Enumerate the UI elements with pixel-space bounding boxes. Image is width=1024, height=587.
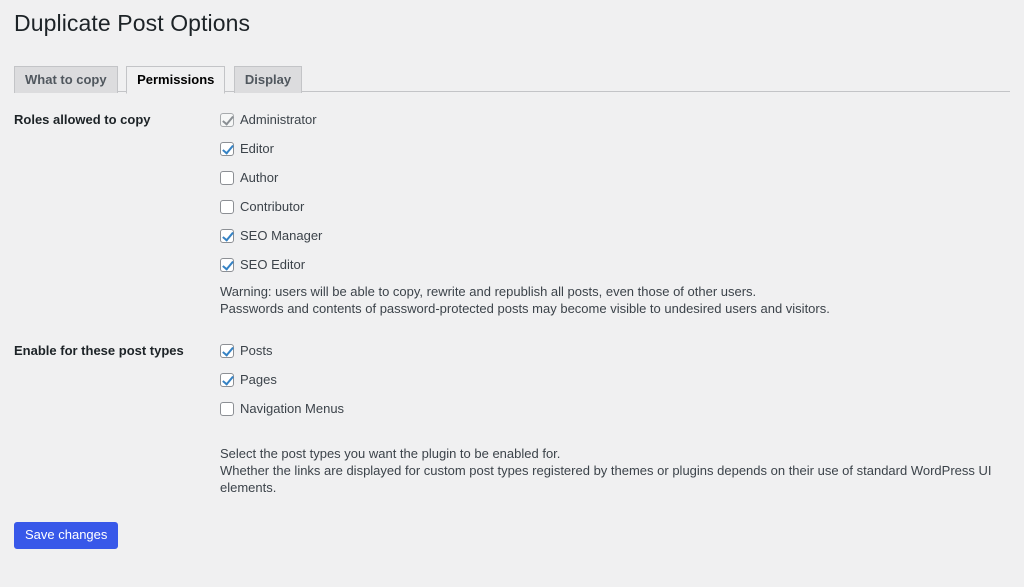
roles-help-line-2: Passwords and contents of password-prote… xyxy=(220,300,830,316)
checkbox-row-contributor[interactable]: Contributor xyxy=(220,199,1000,215)
post-types-help-text: Select the post types you want the plugi… xyxy=(220,445,1000,496)
section-spacer-cell xyxy=(14,323,1010,337)
checkbox-seo-editor[interactable] xyxy=(220,257,234,272)
checkbox-row-administrator[interactable]: Administrator xyxy=(220,112,1000,128)
checkbox-navigation-menus[interactable] xyxy=(220,401,234,416)
permissions-form-table: Roles allowed to copy Administrator Edit… xyxy=(14,106,1010,502)
roles-label: Roles allowed to copy xyxy=(14,111,151,127)
checkbox-label-navigation-menus: Navigation Menus xyxy=(240,400,345,416)
checkbox-seo-manager[interactable] xyxy=(220,228,234,243)
tab-what-to-copy[interactable]: What to copy xyxy=(14,65,118,94)
page-title: Duplicate Post Options xyxy=(14,10,251,36)
checkbox-row-pages[interactable]: Pages xyxy=(220,372,1000,388)
roles-help-text: Warning: users will be able to copy, rew… xyxy=(220,283,1000,317)
roles-help-line-1: Warning: users will be able to copy, rew… xyxy=(220,283,757,299)
checkbox-label-posts: Posts xyxy=(240,342,273,358)
checkbox-posts[interactable] xyxy=(220,343,234,358)
checkbox-contributor[interactable] xyxy=(220,199,234,214)
post-types-row: Enable for these post types Posts Pages … xyxy=(14,337,1010,502)
checkbox-row-posts[interactable]: Posts xyxy=(220,343,1000,359)
section-spacer xyxy=(14,323,1010,337)
checkbox-author[interactable] xyxy=(220,170,234,185)
options-page: Duplicate Post Options What to copy Perm… xyxy=(0,0,1024,587)
tab-permissions[interactable]: Permissions xyxy=(126,65,226,95)
checkbox-row-editor[interactable]: Editor xyxy=(220,141,1000,157)
roles-field: Administrator Editor Author Contributor xyxy=(210,106,1010,323)
checkbox-label-administrator: Administrator xyxy=(240,111,317,127)
checkbox-label-author: Author xyxy=(240,169,279,185)
post-types-field: Posts Pages Navigation Menus Select the … xyxy=(210,337,1010,502)
checkbox-pages[interactable] xyxy=(220,372,234,387)
checkbox-row-author[interactable]: Author xyxy=(220,170,1000,186)
checkbox-label-contributor: Contributor xyxy=(240,198,305,214)
tab-bar: What to copy Permissions Display xyxy=(14,65,1010,95)
checkbox-editor[interactable] xyxy=(220,141,234,156)
checkbox-row-seo-manager[interactable]: SEO Manager xyxy=(220,228,1000,244)
post-types-help-line-2: Whether the links are displayed for cust… xyxy=(220,462,992,495)
checkbox-label-pages: Pages xyxy=(240,371,277,387)
checkbox-label-seo-manager: SEO Manager xyxy=(240,227,323,243)
roles-row: Roles allowed to copy Administrator Edit… xyxy=(14,106,1010,323)
checkbox-label-seo-editor: SEO Editor xyxy=(240,256,306,272)
checkbox-row-seo-editor[interactable]: SEO Editor xyxy=(220,257,1000,273)
tab-display[interactable]: Display xyxy=(233,65,303,94)
post-types-label: Enable for these post types xyxy=(14,342,184,358)
post-types-help-line-1: Select the post types you want the plugi… xyxy=(220,445,561,461)
checkbox-administrator[interactable] xyxy=(220,112,234,127)
checkbox-label-editor: Editor xyxy=(240,140,274,156)
save-changes-button[interactable]: Save changes xyxy=(14,521,119,549)
checkbox-row-navigation-menus[interactable]: Navigation Menus xyxy=(220,401,1000,417)
submit-area: Save changes xyxy=(14,521,1010,549)
